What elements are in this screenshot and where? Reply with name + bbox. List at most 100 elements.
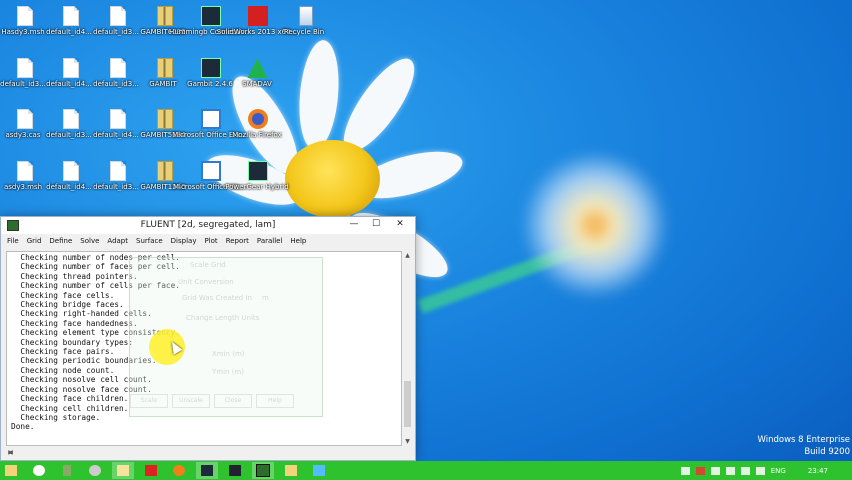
file-icon	[109, 109, 126, 129]
menu-parallel[interactable]: Parallel	[257, 237, 283, 245]
recycle-bin-icon	[299, 6, 313, 26]
input-language[interactable]: ENG	[771, 467, 786, 475]
desktop-icon[interactable]: default_id4...	[46, 54, 92, 102]
file-icon	[62, 58, 79, 78]
menu-help[interactable]: Help	[290, 237, 306, 245]
watermark-build: Build 9200	[804, 447, 850, 457]
menu-surface[interactable]: Surface	[136, 237, 163, 245]
desktop-icon[interactable]: SMADAV	[234, 54, 280, 102]
menu-adapt[interactable]: Adapt	[107, 237, 128, 245]
network-icon[interactable]	[710, 466, 720, 475]
app-icon	[247, 161, 268, 181]
desktop-icon[interactable]: default_id3...	[46, 105, 92, 153]
wallpaper-blur-flower	[520, 150, 670, 300]
ghost-unit-value: m	[262, 294, 269, 302]
app-icon	[200, 58, 221, 78]
folder-icon	[117, 465, 129, 476]
app-icon	[247, 58, 268, 78]
desktop-icon-label: asdy3.msh	[3, 183, 43, 191]
file-icon	[109, 161, 126, 181]
scroll-up-icon[interactable]: ▲	[403, 251, 412, 260]
taskbar-app-6[interactable]	[140, 462, 162, 479]
menu-solve[interactable]: Solve	[80, 237, 99, 245]
close-button[interactable]: ✕	[389, 217, 411, 232]
flag-icon[interactable]	[695, 466, 705, 475]
desktop-icon-label: default_id3...	[93, 28, 139, 36]
folder-icon	[5, 465, 17, 476]
taskbar-file-explorer[interactable]	[0, 462, 22, 479]
wallpaper-petal	[295, 38, 343, 152]
menu-plot[interactable]: Plot	[204, 237, 217, 245]
taskbar-app-11[interactable]	[280, 462, 302, 479]
maximize-button[interactable]: ☐	[365, 217, 387, 232]
desktop-icon[interactable]: default_id4...	[46, 157, 92, 205]
desktop-icon[interactable]: Microsoft Office Wo...	[173, 157, 247, 205]
taskbar-app-3[interactable]	[56, 462, 78, 479]
desktop-icon[interactable]: asdy3.msh	[0, 157, 46, 205]
menu-display[interactable]: Display	[171, 237, 197, 245]
desktop-icon[interactable]: Hummingb Connectiv...	[169, 2, 251, 50]
scroll-right-icon[interactable]: ▶	[6, 448, 15, 457]
taskbar-app-4[interactable]	[84, 462, 106, 479]
scroll-thumb[interactable]	[404, 381, 411, 427]
desktop-icon-label: default_id3...	[46, 131, 92, 139]
system-tray: ENG 23:47	[680, 461, 852, 480]
desktop-icon[interactable]: GAMBIT6032	[140, 2, 186, 50]
vertical-scrollbar[interactable]: ▲ ▼	[403, 251, 412, 446]
desktop-icon[interactable]: Gambit 2.4.6	[187, 54, 233, 102]
ghost-grid-created-label: Grid Was Created In	[182, 294, 252, 302]
desktop-icon[interactable]: default_id4...	[46, 2, 92, 50]
desktop-icon[interactable]: GAMBIT5184	[140, 105, 186, 153]
ghost-dialog-title: Scale Grid	[190, 261, 226, 269]
desktop-icon-label: PowerGear Hybrid	[225, 183, 289, 191]
menu-grid[interactable]: Grid	[27, 237, 42, 245]
scroll-down-icon[interactable]: ▼	[403, 437, 412, 446]
watermark-edition: Windows 8 Enterprise	[757, 435, 850, 445]
file-icon	[62, 161, 79, 181]
desktop-icon[interactable]: SolidWorks 2013 x64...	[217, 2, 297, 50]
desktop-icon[interactable]: Mozilla Firefox	[232, 105, 282, 153]
archive-icon	[156, 109, 173, 129]
menu-define[interactable]: Define	[49, 237, 72, 245]
taskbar-gambit[interactable]	[196, 462, 218, 479]
ghost-close-button: Close	[214, 394, 252, 408]
desktop-icon-label: asdy3.cas	[5, 131, 41, 139]
menu-report[interactable]: Report	[226, 237, 249, 245]
monitor-icon[interactable]	[725, 466, 735, 475]
desktop-icon-label: default_id4...	[46, 80, 92, 88]
desktop-icon[interactable]: default_id3...	[0, 54, 46, 102]
taskbar-app-12[interactable]	[308, 462, 330, 479]
taskbar-app-9[interactable]	[224, 462, 246, 479]
horizontal-scrollbar[interactable]: ◀ ▶	[6, 448, 402, 458]
desktop-icon[interactable]: Recycle Bin	[281, 2, 327, 50]
desktop-icon[interactable]: default_id3...	[93, 54, 139, 102]
ghost-section-label: Unit Conversion	[178, 278, 234, 286]
desktop-icon[interactable]: PowerGear Hybrid	[225, 157, 289, 205]
gambit-icon	[201, 465, 213, 476]
fluent-window[interactable]: FLUENT [2d, segregated, lam] — ☐ ✕ File …	[0, 216, 416, 461]
desktop-icon[interactable]: Hasdy3.msh	[0, 2, 46, 50]
volume-icon[interactable]	[740, 466, 750, 475]
taskbar-firefox[interactable]	[168, 462, 190, 479]
taskbar-search[interactable]	[28, 462, 50, 479]
title-bar[interactable]: FLUENT [2d, segregated, lam] — ☐ ✕	[1, 217, 415, 234]
desktop-icon[interactable]: asdy3.cas	[0, 105, 46, 153]
taskbar-fluent[interactable]	[252, 462, 274, 479]
app-icon	[247, 109, 268, 129]
file-icon	[16, 6, 33, 26]
file-icon	[16, 161, 33, 181]
desktop-icon[interactable]: default_id4...	[93, 105, 139, 153]
desktop-icon[interactable]: GAMBIT1240	[140, 157, 186, 205]
desktop-icon[interactable]: default_id3...	[93, 157, 139, 205]
menu-file[interactable]: File	[7, 237, 19, 245]
battery-icon[interactable]	[755, 466, 765, 475]
archive-icon	[156, 6, 173, 26]
desktop-icon[interactable]: Microsoft Office Exc...	[172, 105, 248, 153]
desktop-icon[interactable]: GAMBIT	[140, 54, 186, 102]
desktop-icon[interactable]: default_id3...	[93, 2, 139, 50]
minimize-button[interactable]: —	[343, 217, 365, 232]
archive-icon	[156, 58, 173, 78]
clock[interactable]: 23:47	[808, 467, 828, 475]
keyboard-icon[interactable]	[680, 466, 690, 475]
taskbar-app-5[interactable]	[112, 462, 134, 479]
